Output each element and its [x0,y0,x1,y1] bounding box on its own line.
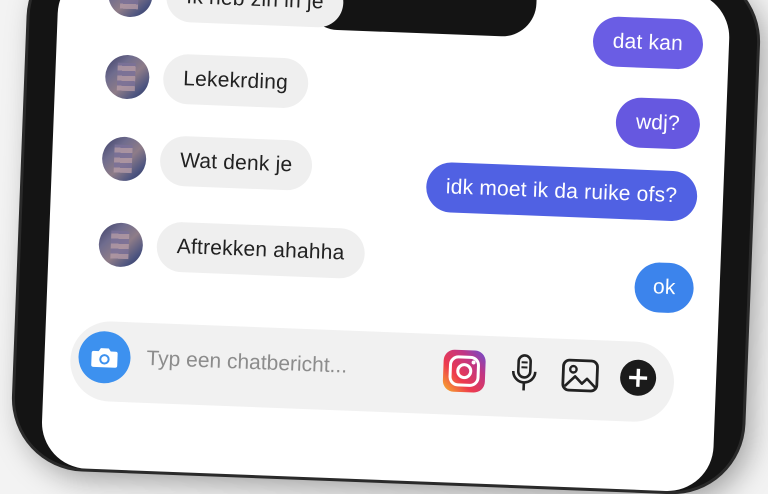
avatar[interactable] [104,54,150,100]
voice-button[interactable] [501,351,547,397]
plus-icon [617,357,659,399]
instagram-icon [441,348,487,394]
incoming-message-bubble[interactable]: Lekekrding [162,53,309,109]
camera-icon [90,345,119,370]
message-composer: Typ een chatbericht... [69,320,676,423]
outgoing-message-bubble[interactable]: ok [634,262,694,314]
incoming-message-bubble[interactable]: Wat denk je [159,135,313,191]
outgoing-message-bubble[interactable]: idk moet ik da ruike ofs? [425,162,698,222]
image-icon [559,355,601,397]
avatar[interactable] [98,222,144,268]
camera-button[interactable] [78,330,132,384]
incoming-message-bubble[interactable]: Ik heb zin in je [165,0,344,28]
incoming-message-row: Aftrekken ahahha [98,219,366,279]
incoming-message-row: Lekekrding [104,51,309,109]
gallery-button[interactable] [557,353,603,399]
incoming-message-row: Ik heb zin in je [108,0,345,28]
chat-screen: Ik heb zin in je Lekekrding Wat denk je … [40,0,731,493]
microphone-icon [508,353,540,394]
message-input[interactable]: Typ een chatbericht... [146,347,348,379]
incoming-message-bubble[interactable]: Aftrekken ahahha [156,221,366,279]
avatar[interactable] [108,0,154,18]
avatar[interactable] [101,136,147,182]
incoming-message-row: Wat denk je [101,133,313,191]
outgoing-message-bubble[interactable]: dat kan [592,16,704,70]
phone-frame: Ik heb zin in je Lekekrding Wat denk je … [12,0,759,494]
instagram-button[interactable] [441,348,487,394]
more-button[interactable] [615,355,661,401]
outgoing-message-bubble[interactable]: wdj? [615,97,701,150]
